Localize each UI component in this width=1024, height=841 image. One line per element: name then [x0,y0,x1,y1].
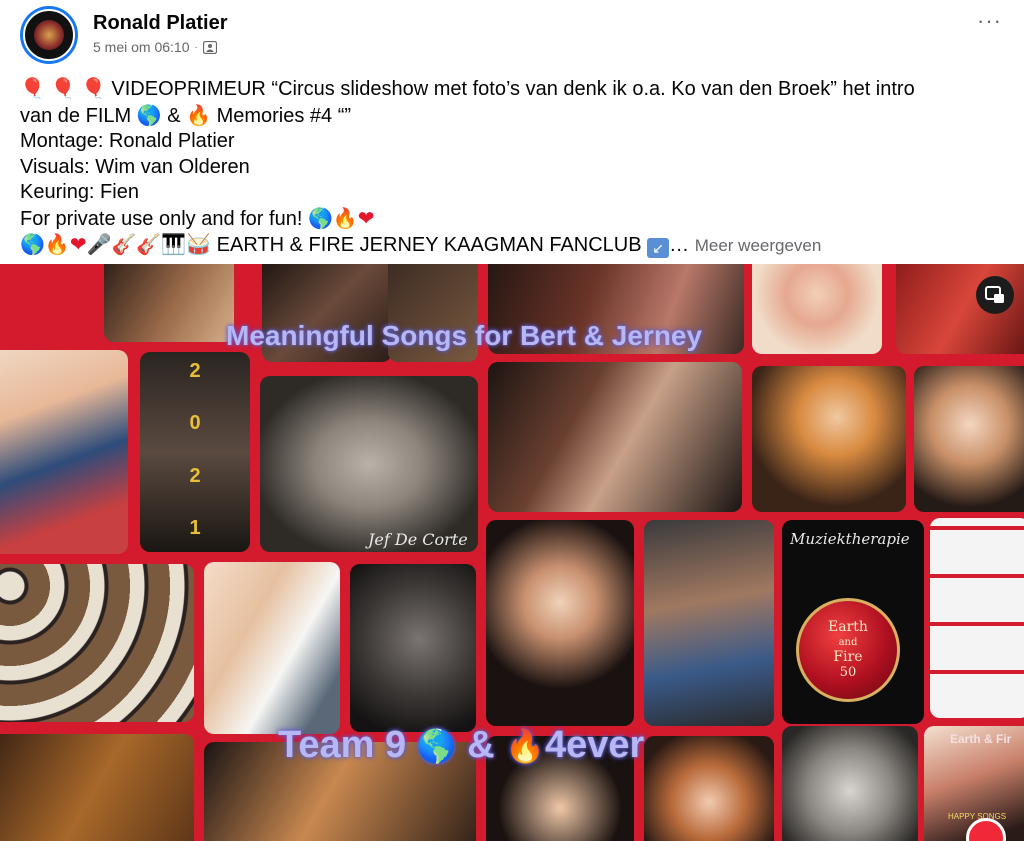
post-line: Memories #4 “” [216,104,352,127]
more-options-icon[interactable]: ··· [977,8,1002,34]
painting-tile [260,376,478,552]
globe-icon: 🌎 [416,727,457,765]
audience-icon[interactable] [202,40,217,54]
see-more-link[interactable]: Meer weergeven [695,236,822,255]
overlay-bottom: Team 9 🌎 & 🔥4ever [278,724,644,767]
ornament-text: Fire [833,649,863,665]
photo-tile [350,564,476,732]
drum-icon: 🥁 [186,232,212,256]
overlay-bottom-text: Team 9 [278,724,407,766]
collage-tile [930,518,1024,718]
author-name[interactable]: Ronald Platier [93,12,227,35]
photo-tile [644,520,774,726]
photo-tile [0,564,194,722]
ornament-text: Earth [828,619,868,635]
meta-separator: · [194,41,198,53]
fire-icon: 🔥 [186,102,212,127]
post-line: VIDEOPRIMEUR “Circus slideshow met foto’… [111,78,915,100]
post-line: EARTH & FIRE JERNEY KAAGMAN FANCLUB [216,234,642,256]
post-date[interactable]: 5 mei om 06:10 [93,39,190,55]
photo-tile [644,736,774,841]
video-player[interactable]: 2 0 2 1 Jef De Corte Muziektherapie Eart… [0,264,1024,841]
digit: 2 [189,464,201,487]
corner-caption: Earth & Fir [950,732,1012,746]
globe-icon: 🌎 [307,205,333,230]
photo-tile [488,362,742,512]
year-digits: 2 0 2 1 [184,360,206,540]
balloon-icon: 🎈 [50,76,76,100]
balloon-icon: 🎈 [80,76,106,100]
post-line: For private use only and for fun! [20,207,303,230]
balloon-icon: 🎈 [20,76,45,100]
digit: 1 [189,516,201,539]
digit: 2 [189,360,201,382]
ornament-text: and [838,637,858,648]
globe-icon: 🌎 [20,232,45,256]
photo-tile [914,366,1024,512]
heart-icon: ❤ [357,205,375,230]
photo-tile [0,350,128,554]
painting-caption: Jef De Corte [368,530,468,549]
overlay-title: Meaningful Songs for Bert & Jerney [226,320,703,351]
microphone-icon: 🎤 [86,232,112,256]
post-line: & [167,104,181,127]
photo-tile [782,726,918,841]
ornament: Earth and Fire 50 [796,598,900,702]
photo-tile [104,264,234,342]
heart-icon: ❤ [69,232,87,256]
globe-icon: 🌎 [136,102,162,127]
post-line: Keuring: Fien [20,181,139,203]
photo-tile [204,562,340,734]
arrow-icon: ↙ [647,238,670,258]
fire-icon: 🔥 [505,727,545,765]
picture-in-picture-icon[interactable] [976,276,1014,314]
guitar-icon: 🎸 [111,232,137,256]
post-line: Montage: Ronald Platier [20,130,235,152]
ellipsis: … [669,234,690,256]
ornament-caption-top: Muziektherapie [790,530,910,548]
post-header: Ronald Platier 5 mei om 06:10 · ··· [0,0,1024,70]
fire-icon: 🔥 [44,232,70,256]
post-line: Visuals: Wim van Olderen [20,155,250,178]
digit: 0 [189,412,201,435]
post-line: van de FILM [20,104,132,127]
pip-glyph [985,286,1004,303]
photo-tile [752,366,906,512]
ornament-text: 50 [839,665,857,680]
piano-icon: 🎹 [161,232,187,256]
photo-tile [0,734,194,841]
photo-tile [0,264,98,342]
post-text: 🎈 🎈 🎈 VIDEOPRIMEUR “Circus slideshow met… [20,76,1010,259]
photo-tile [752,264,882,354]
post-meta: 5 mei om 06:10 · [93,39,217,55]
avatar-image [23,9,75,61]
overlay-bottom-text: & [467,724,495,766]
fire-icon: 🔥 [332,205,358,230]
photo-tile [486,520,634,726]
overlay-bottom-text: 4ever [544,724,645,766]
guitar-icon: 🎸 [136,232,162,256]
avatar[interactable] [20,6,78,64]
